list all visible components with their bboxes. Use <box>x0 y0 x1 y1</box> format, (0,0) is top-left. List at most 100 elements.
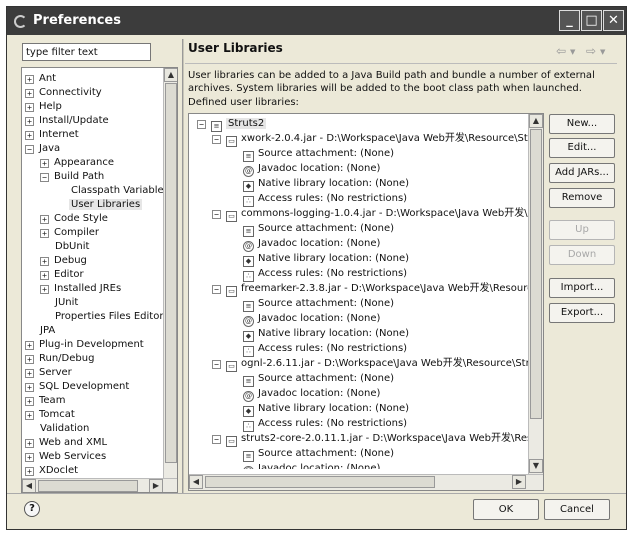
export-button[interactable]: Export... <box>549 303 615 323</box>
jar-row[interactable]: − ▭ commons-logging-1.0.4.jar - D:\Workspa… <box>212 206 543 222</box>
nav-item-ant[interactable]: + Ant <box>25 72 56 86</box>
collapse-icon[interactable]: − <box>40 173 49 182</box>
expand-icon[interactable]: + <box>25 103 34 112</box>
expand-icon[interactable]: + <box>25 341 34 350</box>
nav-item-tomcat[interactable]: + Tomcat <box>25 408 75 422</box>
scroll-left-arrow-icon[interactable]: ◀ <box>189 475 203 489</box>
user-libraries-tree[interactable]: − ≡ Struts2 − ▭ xwork-2.0.4.jar - D:\Workspa… <box>188 113 544 491</box>
nav-item-web-services[interactable]: + Web Services <box>25 450 106 464</box>
expand-icon[interactable]: + <box>25 453 34 462</box>
expand-icon[interactable]: + <box>40 159 49 168</box>
native-library-row[interactable]: ◆ Native library location: (None) <box>243 251 409 267</box>
jar-row[interactable]: − ▭ ognl-2.6.11.jar - D:\Workspace\Java We… <box>212 356 543 372</box>
nav-item-debug[interactable]: + Debug <box>40 254 87 268</box>
remove-button[interactable]: Remove <box>549 188 615 208</box>
up-button[interactable]: Up <box>549 220 615 240</box>
nav-item-sql-development[interactable]: + SQL Development <box>25 380 129 394</box>
nav-horizontal-scrollbar[interactable]: ◀ ▶ <box>22 478 177 492</box>
nav-item-jpa[interactable]: JPA <box>40 324 55 338</box>
libraries-vertical-scrollbar[interactable]: ▲ ▼ <box>528 114 543 474</box>
scroll-thumb[interactable] <box>530 129 542 419</box>
collapse-icon[interactable]: − <box>212 360 221 369</box>
expand-icon[interactable]: + <box>25 383 34 392</box>
down-button[interactable]: Down <box>549 245 615 265</box>
access-rules-row[interactable]: ∴ Access rules: (No restrictions) <box>243 266 407 282</box>
scroll-up-arrow-icon[interactable]: ▲ <box>164 68 177 82</box>
collapse-icon[interactable]: − <box>212 285 221 294</box>
nav-item-internet[interactable]: + Internet <box>25 128 79 142</box>
source-attachment-row[interactable]: ≡ Source attachment: (None) <box>243 296 394 312</box>
collapse-icon[interactable]: − <box>25 145 34 154</box>
scroll-thumb[interactable] <box>38 480 138 492</box>
expand-icon[interactable]: + <box>25 355 34 364</box>
expand-icon[interactable]: + <box>25 397 34 406</box>
nav-item-connectivity[interactable]: + Connectivity <box>25 86 102 100</box>
nav-item-code-style[interactable]: + Code Style <box>40 212 108 226</box>
expand-icon[interactable]: + <box>40 285 49 294</box>
pane-divider[interactable] <box>182 39 184 493</box>
nav-item-installed-jres[interactable]: + Installed JREs <box>40 282 121 296</box>
nav-item-plugin-development[interactable]: + Plug-in Development <box>25 338 144 352</box>
edit-button[interactable]: Edit... <box>549 138 615 158</box>
collapse-icon[interactable]: − <box>212 435 221 444</box>
nav-item-server[interactable]: + Server <box>25 366 72 380</box>
forward-menu-icon[interactable]: ▼ <box>600 48 605 56</box>
expand-icon[interactable]: + <box>25 439 34 448</box>
back-arrow-icon[interactable]: ⇦ <box>556 44 566 58</box>
scroll-left-arrow-icon[interactable]: ◀ <box>22 479 36 492</box>
nav-item-java[interactable]: − Java <box>25 142 60 156</box>
nav-item-web-and-xml[interactable]: + Web and XML <box>25 436 107 450</box>
nav-item-junit[interactable]: JUnit <box>55 296 78 310</box>
nav-item-run-debug[interactable]: + Run/Debug <box>25 352 94 366</box>
source-attachment-row[interactable]: ≡ Source attachment: (None) <box>243 371 394 387</box>
expand-icon[interactable]: + <box>25 467 34 476</box>
filter-input[interactable] <box>22 43 151 61</box>
expand-icon[interactable]: + <box>40 257 49 266</box>
jar-row[interactable]: − ▭ xwork-2.0.4.jar - D:\Workspace\Java We… <box>212 131 543 147</box>
back-menu-icon[interactable]: ▼ <box>570 48 575 56</box>
nav-item-dbunit[interactable]: DbUnit <box>55 240 89 254</box>
scroll-right-arrow-icon[interactable]: ▶ <box>512 475 526 489</box>
expand-icon[interactable]: + <box>25 411 34 420</box>
jar-row[interactable]: − ▭ struts2-core-2.0.11.1.jar - D:\Workspa… <box>212 431 543 447</box>
forward-arrow-icon[interactable]: ⇨ <box>586 44 596 58</box>
help-icon[interactable]: ? <box>24 501 40 517</box>
source-attachment-row[interactable]: ≡ Source attachment: (None) <box>243 221 394 237</box>
nav-item-classpath-variables[interactable]: Classpath Variables <box>71 184 169 198</box>
scroll-thumb[interactable] <box>205 476 435 488</box>
access-rules-row[interactable]: ∴ Access rules: (No restrictions) <box>243 341 407 357</box>
expand-icon[interactable]: + <box>40 215 49 224</box>
nav-item-xdoclet[interactable]: + XDoclet <box>25 464 78 478</box>
collapse-icon[interactable]: − <box>197 120 206 129</box>
source-attachment-row[interactable]: ≡ Source attachment: (None) <box>243 146 394 162</box>
collapse-icon[interactable]: − <box>212 135 221 144</box>
add-jars-button[interactable]: Add JARs... <box>549 163 615 183</box>
scroll-right-arrow-icon[interactable]: ▶ <box>149 479 163 492</box>
javadoc-location-row[interactable]: @Javadoc location: (None) <box>243 236 380 252</box>
nav-item-properties-files-editor[interactable]: Properties Files Editor <box>55 310 163 324</box>
new-button[interactable]: New... <box>549 114 615 134</box>
nav-item-install-update[interactable]: + Install/Update <box>25 114 109 128</box>
scroll-up-arrow-icon[interactable]: ▲ <box>529 114 543 128</box>
expand-icon[interactable]: + <box>40 229 49 238</box>
nav-item-team[interactable]: + Team <box>25 394 65 408</box>
expand-icon[interactable]: + <box>25 117 34 126</box>
scroll-down-arrow-icon[interactable]: ▼ <box>529 459 543 473</box>
expand-icon[interactable]: + <box>25 75 34 84</box>
nav-item-build-path[interactable]: − Build Path <box>40 170 104 184</box>
collapse-icon[interactable]: − <box>212 210 221 219</box>
maximize-button[interactable]: □ <box>581 10 602 31</box>
native-library-row[interactable]: ◆ Native library location: (None) <box>243 401 409 417</box>
library-row[interactable]: − ≡ Struts2 <box>197 116 267 132</box>
ok-button[interactable]: OK <box>473 499 539 520</box>
source-attachment-row[interactable]: ≡ Source attachment: (None) <box>243 446 394 462</box>
cancel-button[interactable]: Cancel <box>544 499 610 520</box>
nav-item-compiler[interactable]: + Compiler <box>40 226 99 240</box>
nav-item-help[interactable]: + Help <box>25 100 62 114</box>
expand-icon[interactable]: + <box>40 271 49 280</box>
jar-row[interactable]: − ▭ freemarker-2.3.8.jar - D:\Workspace\Ja… <box>212 281 543 297</box>
close-button[interactable]: ✕ <box>603 10 624 31</box>
scroll-thumb[interactable] <box>165 83 177 463</box>
native-library-row[interactable]: ◆ Native library location: (None) <box>243 176 409 192</box>
nav-item-validation[interactable]: Validation <box>40 422 89 436</box>
